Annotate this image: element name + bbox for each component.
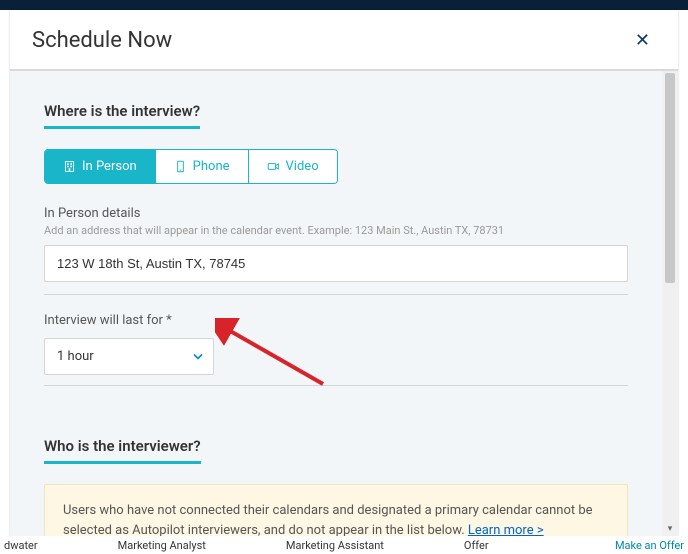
- tab-video[interactable]: Video: [249, 150, 337, 183]
- modal-body: Where is the interview? In Person Phone …: [10, 71, 662, 536]
- inperson-details-label: In Person details: [44, 206, 628, 221]
- bg-text: Marketing Analyst: [118, 539, 206, 552]
- section-where-heading: Where is the interview?: [44, 102, 200, 129]
- modal-header: Schedule Now ✕: [10, 10, 678, 71]
- interview-type-tabs: In Person Phone Video: [44, 149, 338, 184]
- scroll-down-icon[interactable]: ▾: [662, 522, 678, 536]
- divider: [44, 294, 628, 295]
- tab-phone-label: Phone: [193, 159, 230, 174]
- duration-label: Interview will last for *: [44, 313, 628, 328]
- bg-text: dwater: [4, 539, 38, 552]
- phone-icon: [174, 160, 187, 173]
- inperson-details-hint: Add an address that will appear in the c…: [44, 224, 628, 237]
- address-input[interactable]: [44, 245, 628, 282]
- bg-text: Marketing Assistant: [286, 539, 384, 552]
- interviewer-info-box: Users who have not connected their calen…: [44, 484, 628, 536]
- scrollbar[interactable]: ▾: [662, 71, 678, 536]
- bg-text: Make an Offer: [615, 539, 684, 552]
- tab-in-person[interactable]: In Person: [45, 150, 156, 183]
- learn-more-link[interactable]: Learn more >: [468, 523, 544, 537]
- bg-text: Offer: [464, 539, 489, 552]
- modal-title: Schedule Now: [32, 28, 172, 53]
- backdrop-row: dwater Marketing Analyst Marketing Assis…: [0, 536, 688, 554]
- divider: [44, 385, 628, 386]
- building-icon: [63, 160, 76, 173]
- tab-in-person-label: In Person: [82, 159, 137, 174]
- duration-select[interactable]: 1 hour: [44, 338, 214, 375]
- tab-phone[interactable]: Phone: [156, 150, 249, 183]
- section-who-heading: Who is the interviewer?: [44, 437, 201, 464]
- schedule-modal: Schedule Now ✕ Where is the interview? I…: [10, 10, 678, 536]
- tab-video-label: Video: [286, 159, 319, 174]
- scrollbar-thumb[interactable]: [665, 73, 675, 283]
- close-icon[interactable]: ✕: [629, 28, 656, 53]
- video-icon: [267, 160, 280, 173]
